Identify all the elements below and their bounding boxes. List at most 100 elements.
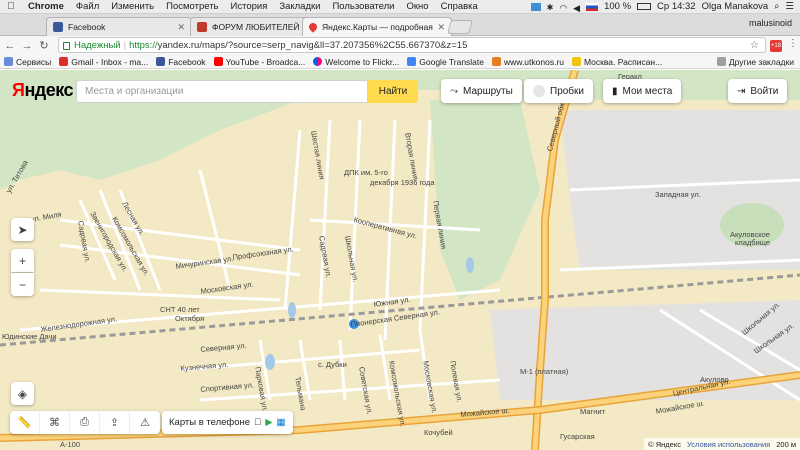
battery-icon[interactable] [637,3,652,10]
url-text: yandex.ru/maps/?source=serp_navig&ll=37.… [157,39,468,51]
logo-text: ндекс [24,80,74,100]
warning-icon[interactable]: ⚠ [130,411,160,434]
bottom-toolbar: 📏 ⌘ ⎙ ⇪ ⚠ [10,411,160,434]
bookmark-translate[interactable]: Google Translate [403,57,488,67]
menu-file[interactable]: Файл [70,1,105,12]
reload-icon[interactable]: ↻ [37,39,51,52]
browser-toolbar: ← → ↻ Надежный | https:// yandex.ru/maps… [0,36,800,55]
apple-icon[interactable]:  [0,1,22,12]
map-label: ДПК им. 5-го [344,168,388,177]
menu-window[interactable]: Окно [400,1,434,12]
secure-label: Надежный [74,39,121,51]
search-icon[interactable]: ⌕ [774,1,779,12]
folder-icon [716,57,726,66]
forward-icon[interactable]: → [20,40,34,52]
schedule-icon [572,57,581,66]
bookmark-label: Welcome to Flickr... [325,56,400,67]
flag-icon[interactable] [586,2,599,11]
bookmark-label: YouTube - Broadca... [225,56,306,67]
login-label: Войти [750,85,779,97]
maps-in-phone-button[interactable]: Карты в телефоне  ▶ ▦ [162,411,293,434]
bookmark-youtube[interactable]: YouTube - Broadca... [210,57,310,67]
zoom-out-button[interactable]: − [11,273,34,296]
bookmark-utkonos[interactable]: www.utkonos.ru [488,57,568,67]
routes-button[interactable]: ⤳ Маршруты [441,79,522,103]
panorama-icon[interactable]: ⌘ [40,411,70,434]
gmail-icon [59,57,69,66]
my-places-button[interactable]: ▮ Мои места [603,79,682,103]
yandex-logo[interactable]: Яндекс [12,80,74,101]
map-label: М-1 (платная) [520,367,569,376]
facebook-icon [53,22,63,32]
menu-kebab-icon[interactable]: ⋮ [788,38,798,49]
traffic-button[interactable]: Пробки [524,79,593,103]
youtube-icon [213,57,223,66]
layers-button[interactable]: ◈ [11,382,34,405]
search-input[interactable]: Места и организации [76,80,368,103]
menu-app[interactable]: Chrome [22,1,70,12]
search-button[interactable]: Найти [368,80,418,103]
flickr-icon [313,57,323,66]
traffic-label: Пробки [550,85,584,97]
address-bar[interactable]: Надежный | https:// yandex.ru/maps/?sour… [58,37,766,53]
layers-icon: ◈ [17,386,28,401]
map-label: Кочубей [424,428,453,437]
volume-icon[interactable]: ◀ [573,3,580,13]
bookmark-label: www.utkonos.ru [504,56,564,67]
menu-bookmarks[interactable]: Закладки [273,1,326,12]
map-label: кладбище [735,238,771,247]
tab-yandex-maps[interactable]: Яндекс.Карты — подробная ✕ [302,17,452,36]
menu-history[interactable]: История [225,1,274,12]
map-label: Юдинские Дачи [2,332,57,341]
dropbox-icon[interactable] [530,2,541,11]
menu-edit[interactable]: Изменить [105,1,160,12]
bookmark-icon: ▮ [612,85,618,97]
print-icon[interactable]: ⎙ [70,411,100,434]
facebook-icon [156,57,166,66]
google-play-icon: ▶ [258,417,272,428]
profile-name[interactable]: malusinoid [749,18,792,28]
share-icon[interactable]: ⇪ [100,411,130,434]
bookmark-services[interactable]: Сервисы [0,57,55,67]
list-icon[interactable]: ☰ [785,1,794,12]
bookmark-label: Facebook [168,56,206,67]
extension-badge[interactable]: +18 [770,40,782,52]
map-label: А-100 [60,440,81,449]
map-label: Магнит [580,407,606,416]
back-icon[interactable]: ← [3,40,17,52]
menu-view[interactable]: Посмотреть [160,1,224,12]
bookmark-other[interactable]: Другие закладки [713,57,800,67]
tab-facebook[interactable]: Facebook ✕ [46,17,192,36]
close-icon[interactable]: ✕ [177,22,185,33]
minus-icon: − [18,277,26,292]
macos-menubar:  Chrome Файл Изменить Посмотреть Истори… [0,0,800,14]
login-button[interactable]: ⇥ Войти [728,79,788,103]
map-label: с. Дубки [318,360,347,369]
zoom-in-button[interactable]: + [11,249,34,272]
map-canvas[interactable]: ДПК им. 5-го декабря 1936 года Геракл Запад… [0,70,800,450]
menu-users[interactable]: Пользователи [326,1,400,12]
bookmark-moscow[interactable]: Москва. Расписан... [568,57,666,67]
tab-bar: Facebook ✕ ФОРУМ ЛЮБИТЕЛЕЙ КОЛЛ ✕ Яндекс… [0,14,800,36]
bookmark-gmail[interactable]: Gmail - Inbox - ma... [55,57,152,67]
bookmark-label: Москва. Расписан... [584,56,663,67]
locate-button[interactable]: ➤ [11,218,34,241]
user-name[interactable]: Olga Manakova [702,1,769,12]
menu-help[interactable]: Справка [435,1,484,12]
bookmark-facebook[interactable]: Facebook [152,57,209,67]
my-places-label: Мои места [622,85,673,97]
bookmark-star-icon[interactable]: ☆ [750,40,759,51]
terms-link[interactable]: Условия использования [687,440,770,449]
new-tab-button[interactable] [447,20,473,34]
clock[interactable]: Ср 14:32 [657,1,696,12]
bluetooth-icon[interactable]: ✱ [547,3,554,12]
tab-title: Facebook [68,22,106,32]
bookmark-label: Gmail - Inbox - ma... [71,56,149,67]
bookmark-flickr[interactable]: Welcome to Flickr... [309,57,403,67]
close-icon[interactable]: ✕ [437,22,445,33]
forest-area [430,100,540,300]
pond [288,302,296,318]
wifi-icon[interactable]: ◠ [559,3,567,13]
map-label: Западная ул. [655,190,701,199]
ruler-icon[interactable]: 📏 [10,411,40,434]
